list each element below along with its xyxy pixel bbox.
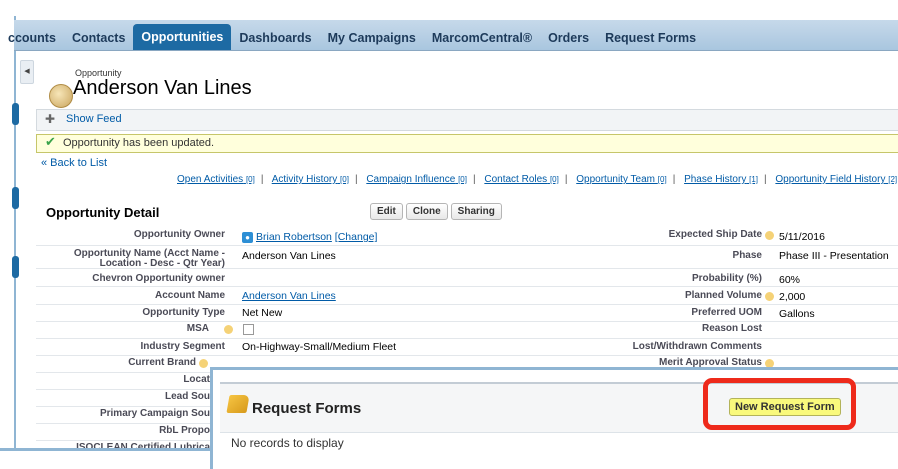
field-label-planned-volume: Planned Volume (684, 290, 762, 301)
related-link-opportunity-team[interactable]: Opportunity Team [0] (576, 174, 666, 185)
field-label-chevron-owner: Chevron Opportunity owner (92, 273, 225, 284)
related-link-open-activities[interactable]: Open Activities [0] (177, 174, 255, 185)
sharing-button[interactable]: Sharing (450, 203, 502, 220)
sidebar-marker (12, 187, 19, 209)
field-label-phase: Phase (732, 250, 762, 261)
related-link-phase-history[interactable]: Phase History [1] (684, 174, 758, 185)
folder-icon (226, 395, 250, 413)
highlight-box (703, 378, 856, 430)
field-label-primary-campaign: Primary Campaign Sou (99, 408, 210, 419)
empty-state-text: No records to display (231, 436, 344, 450)
field-label-owner: Opportunity Owner (133, 229, 225, 240)
tab-accounts[interactable]: ccounts (8, 26, 64, 50)
frame-bottom (0, 448, 212, 451)
tab-contacts[interactable]: Contacts (64, 26, 133, 50)
field-label-account: Account Name (154, 290, 225, 301)
related-list-links: Open Activities [0] | Activity History [0… (177, 174, 898, 185)
field-label-ship-date: Expected Ship Date (668, 229, 762, 240)
related-link-field-history[interactable]: Opportunity Field History [2] (775, 174, 897, 185)
feed-icon: ✚ (45, 112, 56, 126)
segment-value: On-Highway-Small/Medium Fleet (242, 341, 397, 353)
tab-my-campaigns[interactable]: My Campaigns (320, 26, 424, 50)
tab-marcomcentral[interactable]: MarcomCentral® (424, 26, 540, 50)
owner-link[interactable]: Brian Robertson (256, 231, 332, 243)
uom-value: Gallons (779, 308, 815, 320)
tab-opportunities[interactable]: Opportunities (133, 24, 232, 50)
probability-value: 60% (779, 274, 801, 286)
back-to-list-link[interactable]: « Back to List (41, 157, 107, 169)
help-icon[interactable] (765, 231, 774, 240)
check-icon: ✔ (45, 134, 56, 149)
confirmation-text: Opportunity has been updated. (63, 137, 215, 149)
collapse-sidebar-button[interactable]: ◀ (20, 60, 34, 84)
help-icon[interactable] (199, 359, 208, 368)
opportunity-icon (49, 84, 73, 108)
edit-button[interactable]: Edit (370, 203, 403, 220)
field-label-rbl: RbL Propo (159, 425, 210, 436)
type-value: Net New (242, 307, 283, 319)
clone-button[interactable]: Clone (405, 203, 448, 220)
field-label-lost-comments: Lost/Withdrawn Comments (632, 341, 762, 352)
owner-value: ● Brian Robertson [Change] (242, 231, 377, 243)
detail-buttons: Edit Clone Sharing (370, 203, 502, 220)
ship-date-value: 5/11/2016 (779, 231, 825, 243)
show-feed-link[interactable]: Show Feed (66, 113, 122, 125)
volume-value: 2,000 (779, 291, 806, 303)
section-title: Opportunity Detail (46, 205, 160, 220)
related-link-contact-roles[interactable]: Contact Roles [0] (484, 174, 559, 185)
tab-request-forms[interactable]: Request Forms (597, 26, 704, 50)
field-label-name-2: Location - Desc - Qtr Year) (99, 258, 225, 269)
field-label-msa: MSA (186, 323, 209, 334)
feed-bar (36, 109, 898, 131)
field-label-probability: Probability (%) (691, 273, 762, 284)
sidebar-marker (12, 103, 19, 125)
tab-orders[interactable]: Orders (540, 26, 597, 50)
sidebar-marker (12, 256, 19, 278)
related-link-campaign-influence[interactable]: Campaign Influence [0] (366, 174, 467, 185)
field-label-current-brand: Current Brand (128, 357, 196, 368)
change-owner-link[interactable]: [Change] (335, 231, 378, 243)
tab-dashboards[interactable]: Dashboards (231, 26, 319, 50)
name-value: Anderson Van Lines (242, 250, 336, 262)
field-label-preferred-uom: Preferred UOM (691, 307, 762, 318)
related-link-activity-history[interactable]: Activity History [0] (272, 174, 349, 185)
frame-top (0, 0, 898, 16)
phase-value: Phase III - Presentation (779, 250, 889, 262)
field-label-industry-segment: Industry Segment (140, 341, 225, 352)
field-label-lead-source: Lead Sou (164, 391, 210, 402)
msa-checkbox (243, 324, 254, 335)
field-label-type: Opportunity Type (142, 307, 225, 318)
tab-bar: ccounts Contacts Opportunities Dashboard… (8, 20, 898, 51)
user-icon: ● (242, 231, 253, 243)
help-icon[interactable] (765, 292, 774, 301)
help-icon[interactable] (224, 325, 233, 334)
request-forms-title: Request Forms (252, 400, 362, 417)
field-label-location: Locat (183, 374, 210, 385)
page-title: Anderson Van Lines (73, 77, 252, 99)
account-link[interactable]: Anderson Van Lines (242, 290, 336, 302)
field-label-reason-lost: Reason Lost (701, 323, 762, 334)
